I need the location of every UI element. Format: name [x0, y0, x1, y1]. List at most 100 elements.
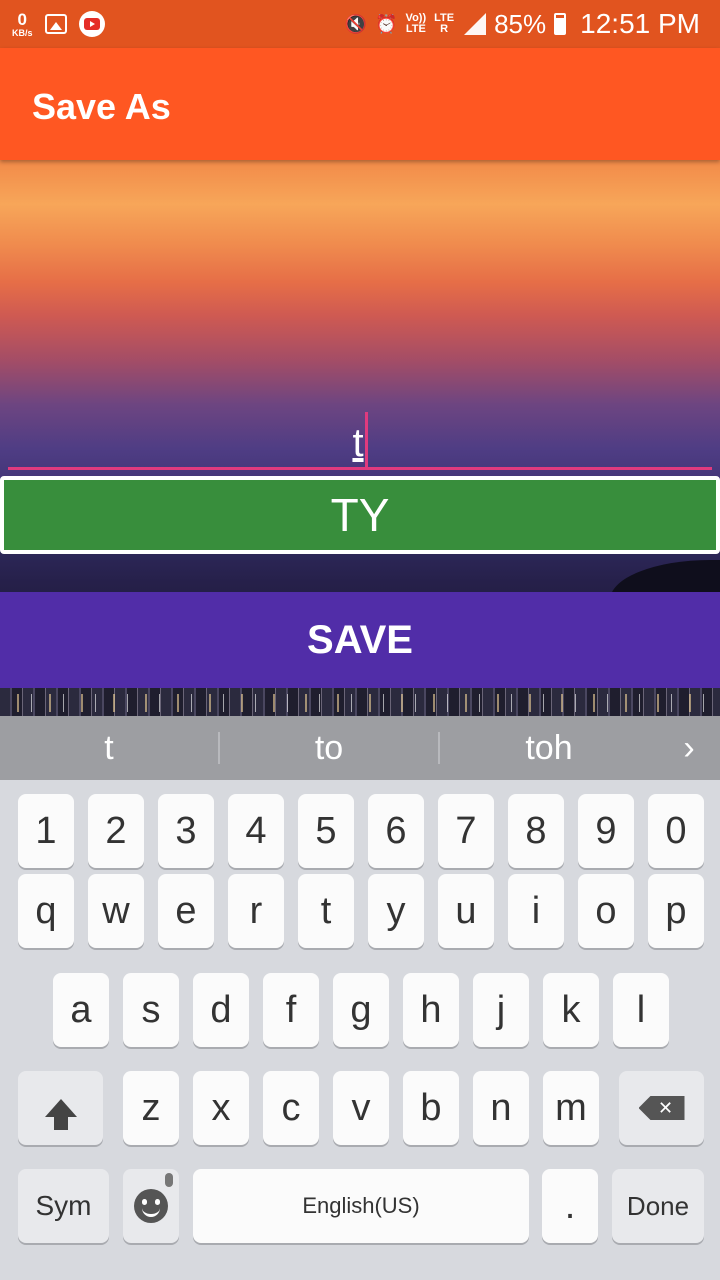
filename-input-value: t: [352, 421, 364, 465]
result-banner: TY: [0, 476, 720, 554]
lte-indicator: LTE R: [434, 13, 454, 35]
key-m-label: m: [555, 1086, 587, 1129]
key-l-label: l: [636, 988, 646, 1031]
key-j-label: j: [496, 988, 506, 1031]
key-g[interactable]: g: [333, 973, 389, 1047]
key-x[interactable]: x: [193, 1071, 249, 1145]
suggestion-item[interactable]: to: [220, 729, 438, 768]
key-8-label: 8: [525, 809, 547, 852]
network-speed-value: 0: [17, 9, 27, 29]
suggestion-item[interactable]: toh: [440, 729, 658, 768]
period-key[interactable]: .: [542, 1169, 598, 1243]
key-9[interactable]: 9: [578, 794, 634, 868]
key-f[interactable]: f: [263, 973, 319, 1047]
key-4[interactable]: 4: [228, 794, 284, 868]
key-n-label: n: [490, 1086, 512, 1129]
key-h-label: h: [420, 988, 442, 1031]
key-h[interactable]: h: [403, 973, 459, 1047]
shift-key[interactable]: [18, 1071, 103, 1145]
key-a-label: a: [70, 988, 92, 1031]
vibrate-mute-icon: 🔇: [344, 14, 368, 34]
app-bar: Save As: [0, 48, 720, 160]
backspace-icon: ✕: [638, 1096, 685, 1120]
space-key[interactable]: English(US): [193, 1169, 529, 1243]
filename-input-value-row: t: [8, 412, 712, 470]
key-m[interactable]: m: [543, 1071, 599, 1145]
clock: 12:51 PM: [580, 8, 700, 39]
emoji-icon: [134, 1189, 168, 1223]
key-o[interactable]: o: [578, 874, 634, 948]
key-k[interactable]: k: [543, 973, 599, 1047]
key-5[interactable]: 5: [298, 794, 354, 868]
battery-percent: 85%: [494, 8, 547, 39]
key-2[interactable]: 2: [88, 794, 144, 868]
suggestion-strip: t to toh ›: [0, 716, 720, 780]
key-r[interactable]: r: [228, 874, 284, 948]
youtube-icon: [78, 11, 105, 37]
filename-input[interactable]: t: [8, 400, 712, 470]
key-p[interactable]: p: [648, 874, 704, 948]
key-q-label: q: [35, 889, 57, 932]
key-c-label: c: [281, 1086, 301, 1129]
text-cursor: [364, 412, 368, 470]
done-key[interactable]: Done: [612, 1169, 704, 1243]
key-l[interactable]: l: [613, 973, 669, 1047]
suggestion-item[interactable]: t: [0, 729, 218, 768]
status-bar: 0 KB/s 🔇 ⏰ Vo)) LTE LTE R 85% 12:51 PM: [0, 0, 720, 48]
key-n[interactable]: n: [473, 1071, 529, 1145]
key-j[interactable]: j: [473, 973, 529, 1047]
key-e[interactable]: e: [158, 874, 214, 948]
key-7[interactable]: 7: [438, 794, 494, 868]
key-k-label: k: [561, 988, 581, 1031]
key-f-label: f: [285, 988, 297, 1031]
key-v-label: v: [351, 1086, 371, 1129]
microphone-icon: [165, 1173, 173, 1187]
city-lights: [0, 694, 720, 712]
image-icon: [44, 14, 67, 34]
key-s-label: s: [141, 988, 161, 1031]
backspace-key[interactable]: ✕: [619, 1071, 704, 1145]
signal-icon: [462, 13, 487, 35]
volte-indicator: Vo)) LTE: [406, 13, 427, 35]
page-title: Save As: [32, 86, 171, 127]
key-u[interactable]: u: [438, 874, 494, 948]
key-w[interactable]: w: [88, 874, 144, 948]
save-button[interactable]: SAVE: [0, 592, 720, 688]
key-z[interactable]: z: [123, 1071, 179, 1145]
sym-key[interactable]: Sym: [18, 1169, 109, 1243]
sym-key-label: Sym: [35, 1190, 92, 1221]
key-1[interactable]: 1: [18, 794, 74, 868]
done-key-label: Done: [626, 1190, 690, 1221]
key-1-label: 1: [35, 809, 57, 852]
roaming-label: R: [440, 23, 449, 35]
key-i-label: i: [531, 889, 541, 932]
emoji-key[interactable]: [123, 1169, 179, 1243]
keyboard: 1 2 3 4 5 6 7 8 9 0 q w e r t y u i o p a s d f g h j k l z x c v b n m ✕ Sym…: [0, 780, 720, 1280]
key-5-label: 5: [315, 809, 337, 852]
key-0[interactable]: 0: [648, 794, 704, 868]
shift-icon: [44, 1099, 77, 1130]
key-2-label: 2: [105, 809, 127, 852]
key-p-label: p: [665, 889, 687, 932]
key-6[interactable]: 6: [368, 794, 424, 868]
key-i[interactable]: i: [508, 874, 564, 948]
key-8[interactable]: 8: [508, 794, 564, 868]
key-9-label: 9: [595, 809, 617, 852]
key-x-label: x: [211, 1086, 231, 1129]
key-r-label: r: [249, 889, 263, 932]
key-b-label: b: [420, 1086, 442, 1129]
battery-icon: [554, 13, 567, 35]
key-b[interactable]: b: [403, 1071, 459, 1145]
volte-bottom: LTE: [405, 23, 426, 35]
key-3[interactable]: 3: [158, 794, 214, 868]
key-a[interactable]: a: [53, 973, 109, 1047]
key-v[interactable]: v: [333, 1071, 389, 1145]
key-y[interactable]: y: [368, 874, 424, 948]
key-q[interactable]: q: [18, 874, 74, 948]
key-t[interactable]: t: [298, 874, 354, 948]
key-s[interactable]: s: [123, 973, 179, 1047]
key-d[interactable]: d: [193, 973, 249, 1047]
chevron-right-icon[interactable]: ›: [658, 729, 720, 768]
key-c[interactable]: c: [263, 1071, 319, 1145]
key-6-label: 6: [385, 809, 407, 852]
